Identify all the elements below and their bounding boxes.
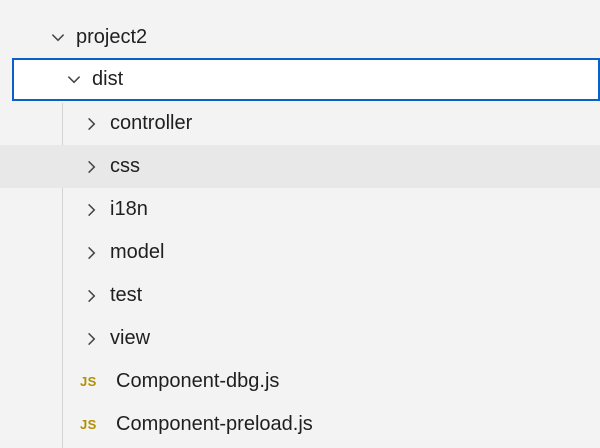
chevron-down-icon xyxy=(46,26,70,50)
tree-item-label: test xyxy=(110,284,143,306)
chevron-right-icon xyxy=(80,284,104,308)
file-explorer-tree: project2 dist controller css i18n model xyxy=(0,0,600,448)
chevron-right-icon xyxy=(80,112,104,136)
tree-item-label: Component-preload.js xyxy=(116,413,313,435)
tree-item-label: dist xyxy=(92,68,124,90)
tree-item-view[interactable]: view xyxy=(0,317,600,360)
chevron-right-icon xyxy=(80,241,104,265)
chevron-down-icon xyxy=(62,68,86,92)
tree-item-label: Component-dbg.js xyxy=(116,370,280,392)
tree-item-label: i18n xyxy=(110,198,148,220)
tree-item-test[interactable]: test xyxy=(0,274,600,317)
tree-item-css[interactable]: css xyxy=(0,145,600,188)
tree-item-label: view xyxy=(110,327,151,349)
tree-item-dist[interactable]: dist xyxy=(12,58,600,101)
chevron-right-icon xyxy=(80,198,104,222)
tree-item-controller[interactable]: controller xyxy=(0,102,600,145)
js-file-icon: JS xyxy=(80,417,97,432)
tree-item-label: controller xyxy=(110,112,193,134)
tree-item-project2[interactable]: project2 xyxy=(0,16,600,59)
tree-item-label: project2 xyxy=(76,26,148,48)
top-edge xyxy=(0,0,600,8)
chevron-right-icon xyxy=(80,155,104,179)
tree-item-component-preload-js[interactable]: JS Component-preload.js xyxy=(0,403,600,446)
tree-item-label: css xyxy=(110,155,140,177)
tree-item-model[interactable]: model xyxy=(0,231,600,274)
tree-item-label: model xyxy=(110,241,165,263)
tree-item-component-dbg-js[interactable]: JS Component-dbg.js xyxy=(0,360,600,403)
tree-item-i18n[interactable]: i18n xyxy=(0,188,600,231)
chevron-right-icon xyxy=(80,327,104,351)
js-file-icon: JS xyxy=(80,374,97,389)
